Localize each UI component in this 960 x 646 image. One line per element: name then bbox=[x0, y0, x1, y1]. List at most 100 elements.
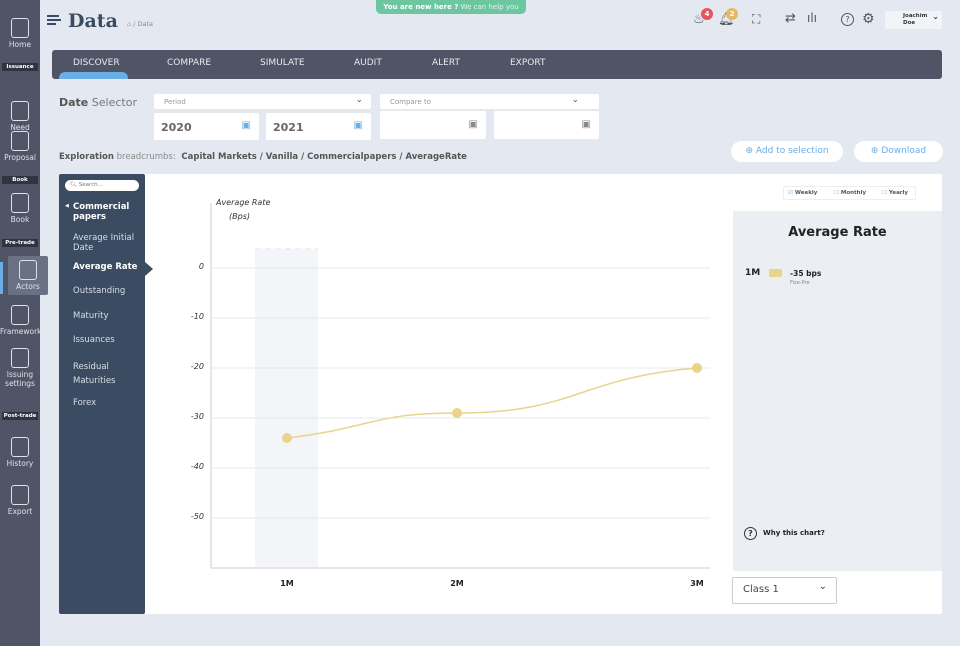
tab-discover[interactable]: DISCOVER bbox=[73, 58, 120, 68]
nav-item-need[interactable]: Need bbox=[0, 101, 40, 132]
compare-select[interactable]: Compare to ⌄ bbox=[380, 94, 599, 109]
nav-item-framework[interactable]: Framework bbox=[0, 305, 42, 336]
menu-item-issuances[interactable]: Issuances bbox=[73, 335, 143, 345]
chevron-down-icon: ⌄ bbox=[932, 12, 939, 21]
menu-group-title[interactable]: Commercial papers bbox=[73, 202, 139, 222]
checkbox-checked-icon[interactable]: ☑ bbox=[788, 190, 795, 196]
frequency-label: Monthly bbox=[840, 190, 867, 196]
swap-icon[interactable]: ⇄ bbox=[785, 11, 796, 26]
x-tick-label: 1M bbox=[280, 579, 294, 588]
date-to-input[interactable]: 2021 ▣ bbox=[266, 113, 371, 140]
book-icon bbox=[11, 193, 29, 213]
nav-item-label: Proposal bbox=[4, 153, 36, 162]
nav-item-label: History bbox=[6, 459, 34, 468]
data-point-2M bbox=[452, 408, 462, 418]
data-point-1M bbox=[282, 433, 292, 443]
period-select[interactable]: Period ⌄ bbox=[154, 94, 371, 109]
export-icon bbox=[11, 485, 29, 505]
date-selector-label: Date Selector bbox=[59, 96, 137, 109]
class-select[interactable]: Class 1 ⌄ bbox=[732, 577, 837, 604]
bar-chart-icon[interactable]: ılı bbox=[807, 11, 817, 25]
menu-item-outstanding[interactable]: Outstanding bbox=[73, 286, 143, 296]
active-nav-indicator bbox=[0, 262, 3, 294]
history-icon bbox=[11, 437, 29, 457]
frequency-yearly[interactable]: ☐ Yearly bbox=[882, 190, 908, 196]
tab-alert[interactable]: ALERT bbox=[432, 58, 460, 68]
nav-item-export[interactable]: Export bbox=[0, 485, 40, 516]
nav-item-actors[interactable]: Actors bbox=[8, 256, 48, 295]
calendar-icon[interactable]: ▣ bbox=[582, 119, 591, 130]
user-menu[interactable]: Joachim Doe ⌄ bbox=[885, 11, 942, 29]
y-axis-label: Average Rate bbox=[216, 198, 271, 207]
nav-item-label: Actors bbox=[16, 282, 40, 291]
tab-compare[interactable]: COMPARE bbox=[167, 58, 211, 68]
page-title: Data bbox=[68, 10, 118, 32]
calendar-icon[interactable]: ▣ bbox=[354, 120, 363, 131]
tab-export[interactable]: EXPORT bbox=[510, 58, 545, 68]
nav-item-label: Framework bbox=[0, 327, 42, 336]
menu-search-input[interactable]: 🔍︎ Search... bbox=[65, 180, 139, 191]
nav-item-book[interactable]: Book bbox=[0, 193, 40, 224]
compare-from-input[interactable]: ▣ bbox=[380, 111, 486, 139]
legend-value: -35 bps bbox=[790, 269, 822, 278]
gear-doc-icon bbox=[11, 348, 29, 368]
help-icon[interactable]: ? bbox=[744, 527, 757, 540]
network-icon[interactable]: ⛶ bbox=[752, 12, 760, 27]
nav-section-label: Book bbox=[2, 176, 38, 184]
tab-audit[interactable]: AUDIT bbox=[354, 58, 382, 68]
calendar-icon[interactable]: ▣ bbox=[242, 120, 251, 131]
bell-badge: 2 bbox=[726, 8, 738, 20]
y-axis-unit: (Bps) bbox=[229, 212, 250, 221]
home-icon[interactable]: ⌂ bbox=[127, 20, 131, 28]
person-icon bbox=[19, 260, 37, 280]
date-from-input[interactable]: 2020 ▣ bbox=[154, 113, 259, 140]
gear-icon[interactable]: ⚙ bbox=[862, 11, 875, 27]
menu-item-average-initial-date[interactable]: Average Initial Date bbox=[73, 233, 143, 253]
nav-item-label: Home bbox=[8, 40, 32, 49]
y-tick-label: -40 bbox=[190, 462, 204, 471]
download-button[interactable]: ⊕ Download bbox=[854, 141, 943, 162]
add-to-selection-button[interactable]: ⊕ Add to selection bbox=[731, 141, 843, 162]
why-chart-link[interactable]: Why this chart? bbox=[763, 529, 825, 537]
x-tick-label: 2M bbox=[450, 579, 464, 588]
nav-item-label: Book bbox=[10, 215, 30, 224]
calendar-icon[interactable]: ▣ bbox=[469, 119, 478, 130]
checkbox-icon[interactable]: ☐ bbox=[834, 190, 841, 196]
nav-section-label: Issuance bbox=[2, 63, 38, 71]
chevron-down-icon: ⌄ bbox=[571, 95, 579, 105]
fire-badge: 4 bbox=[701, 8, 713, 20]
y-tick-label: -50 bbox=[190, 512, 204, 521]
line-chart bbox=[210, 203, 710, 569]
checkbox-icon[interactable]: ☐ bbox=[882, 190, 889, 196]
y-tick-label: -20 bbox=[190, 362, 204, 371]
nav-item-proposal[interactable]: Proposal bbox=[0, 131, 40, 162]
exploration-breadcrumbs: Exploration breadcrumbs: Capital Markets… bbox=[59, 152, 467, 162]
series-line bbox=[286, 367, 698, 439]
menu-item-residual-maturities[interactable]: Residual Maturities bbox=[73, 360, 143, 388]
frequency-label: Yearly bbox=[888, 190, 908, 196]
frequency-weekly[interactable]: ☑ Weekly bbox=[788, 190, 817, 196]
nav-item-history[interactable]: History bbox=[0, 437, 40, 468]
frequency-selector: ☑ Weekly ☐ Monthly ☐ Yearly bbox=[783, 186, 916, 200]
compare-to-input[interactable]: ▣ bbox=[494, 111, 599, 139]
collapse-icon[interactable]: ◀ bbox=[65, 203, 69, 209]
menu-icon[interactable] bbox=[47, 15, 61, 25]
menu-item-average-rate[interactable]: Average Rate bbox=[73, 262, 143, 272]
menu-item-maturity[interactable]: Maturity bbox=[73, 311, 143, 321]
frequency-monthly[interactable]: ☐ Monthly bbox=[834, 190, 866, 196]
help-banner[interactable]: You are new here ? We can help you bbox=[376, 0, 526, 14]
chevron-down-icon: ⌄ bbox=[355, 95, 363, 105]
help-icon[interactable]: ? bbox=[841, 13, 854, 26]
plus-circle-icon: ⊕ bbox=[745, 146, 754, 156]
menu-item-forex[interactable]: Forex bbox=[73, 398, 143, 408]
breadcrumb[interactable]: ⌂ / Data bbox=[127, 20, 153, 28]
nav-item-label: Issuing settings bbox=[5, 370, 35, 388]
legend-swatch bbox=[769, 269, 782, 277]
home-icon bbox=[11, 18, 29, 38]
nav-item-issuing-settings[interactable]: Issuing settings bbox=[0, 348, 40, 388]
y-tick-label: -10 bbox=[190, 312, 204, 321]
tab-simulate[interactable]: SIMULATE bbox=[260, 58, 305, 68]
speaker-icon bbox=[11, 101, 29, 121]
nav-item-home[interactable]: Home bbox=[0, 18, 40, 49]
search-icon: 🔍︎ bbox=[70, 182, 77, 188]
